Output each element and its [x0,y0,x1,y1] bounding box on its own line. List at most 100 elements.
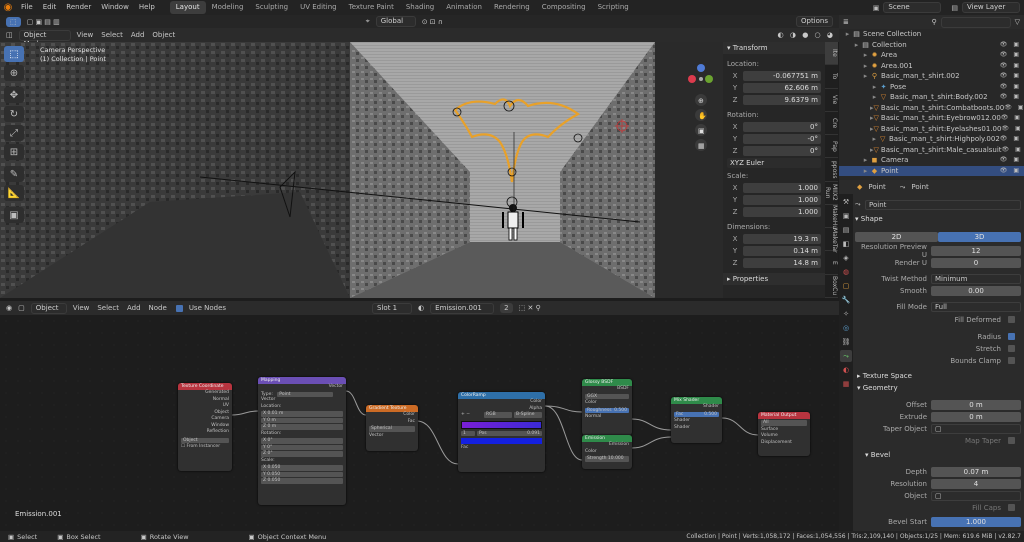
outliner-item[interactable]: ▸ ▽ Basic_man_t_shirt:Highpoly.002 👁 ▣ [839,134,1024,145]
sidebar-tab-3[interactable]: Cre [825,112,838,136]
color-ramp-bar[interactable] [461,420,542,429]
tab-uv-editing[interactable]: UV Editing [294,1,343,14]
measure-tool-icon[interactable]: 📐 [4,185,24,201]
select-mode-button[interactable]: ⬚ [6,16,21,27]
outliner-item[interactable]: ▸ ▽ Basic_man_t_shirt:Eyelashes01.00 👁 ▣ [839,124,1024,135]
expand-arrow-icon[interactable]: ▸ [843,29,852,40]
node-menu-node[interactable]: Node [149,304,167,312]
scale-z-field[interactable]: 1.000 [743,206,821,217]
view-layer-field[interactable]: View Layer [962,2,1020,13]
pos-field[interactable]: 0.091 [527,431,540,437]
glossy-bsdf-node[interactable]: Glossy BSDF BSDF GGX Color Roughness 0.50… [582,379,632,435]
fill-caps-checkbox[interactable] [1008,504,1015,511]
sidebar-tab-10[interactable]: BoxCu [825,275,838,298]
stretch-checkbox[interactable] [1008,345,1015,352]
expand-arrow-icon[interactable]: ▸ [861,50,870,61]
scene-name-field[interactable]: Scene [883,2,942,13]
fac-field[interactable]: 0.500 [704,412,717,418]
sidebar-tab-6[interactable]: MIIX2 Run [824,182,838,205]
properties-header[interactable]: ▸ Properties [723,273,825,285]
navigation-gizmo[interactable]: ⊕ ✋ ▣ ▦ [683,52,719,162]
twist-dropdown[interactable]: Minimum [931,273,1021,284]
outliner-type-icon[interactable]: ≣ [843,18,849,26]
outliner-item[interactable]: ▸ ▽ Basic_man_t_shirt:Male_casualsuit 👁 ▣ [839,145,1024,156]
tool-icon[interactable]: ⚒ [840,196,852,208]
rotation-y-field[interactable]: -0° [743,133,821,144]
viewport-shading-icons[interactable]: ◐ ◑ ● ○ ◕ [778,31,835,39]
outliner-item[interactable]: ▸ ▤ Scene Collection [839,29,1024,40]
sidebar-tab-7[interactable]: MakeHu [825,205,838,229]
expand-arrow-icon[interactable]: ▸ [870,82,879,93]
sidebar-tab-2[interactable]: Vie [825,89,838,112]
menu-window[interactable]: Window [96,0,134,15]
expand-arrow-icon[interactable]: ▸ [861,71,870,82]
node-menu-view[interactable]: View [73,304,90,312]
add-stop-icon[interactable]: + − [461,412,470,419]
outliner-item[interactable]: ▸ ▤ Collection 👁 ▣ [839,40,1024,51]
scale-tool-icon[interactable]: ⤢ [4,125,24,141]
distribution-dropdown[interactable]: GGX [585,393,629,399]
bevel-header[interactable]: ▾ Bevel [865,451,890,459]
visibility-icons[interactable]: 👁 ▣ [1000,92,1024,103]
location-z-field[interactable]: 9.6379 m [743,94,821,105]
tab-rendering[interactable]: Rendering [488,1,536,14]
outliner-item[interactable]: ▸ ▽ Basic_man_t_shirt:Combatboots.00 👁 ▣ [839,103,1024,114]
smooth-field[interactable]: 0.00 [931,285,1021,296]
visibility-icons[interactable]: 👁 ▣ [1000,61,1024,72]
mapping-node[interactable]: Mapping Vector Type: Point Vector Locati… [258,377,346,505]
bounds-clamp-checkbox[interactable] [1008,357,1015,364]
tab-texture-paint[interactable]: Texture Paint [343,1,400,14]
sidebar-tab-1[interactable]: To [825,65,838,89]
stop-index[interactable]: 1 [461,430,475,436]
3d-toggle[interactable]: 3D [938,231,1021,242]
use-nodes-checkbox[interactable] [175,304,183,312]
visibility-icons[interactable]: 👁 ▣ [1000,40,1024,51]
rotation-z-field[interactable]: 0° [743,145,821,156]
res-preview-field[interactable]: 12 [931,245,1021,256]
editor-type-icon[interactable]: ◫ [6,31,13,39]
type-dropdown[interactable]: Point [277,391,334,397]
mapping-scl-field[interactable]: Z 0.050 [261,478,343,484]
modifier-icon[interactable]: 🔧 [840,294,852,306]
offset-field[interactable]: 0 m [931,399,1021,410]
tab-modeling[interactable]: Modeling [206,1,250,14]
mapping-scl-field[interactable]: X 0.050 [261,465,343,471]
roughness-field[interactable]: 0.500 [614,408,627,414]
node-menu-add[interactable]: Add [127,304,141,312]
rotation-mode-dropdown[interactable]: XYZ Euler [727,157,821,168]
location-y-field[interactable]: 62.606 m [743,82,821,93]
mapping-rot-field[interactable]: Z 0° [261,451,343,457]
visibility-icons[interactable]: 👁 ▣ [1000,166,1024,177]
scene-icon[interactable]: ◈ [840,252,852,264]
visibility-icons[interactable]: 👁 ▣ [1000,155,1024,166]
radius-checkbox[interactable] [1008,333,1015,340]
node-editor-type-icon[interactable]: ◉ [6,304,12,312]
interpolation-dropdown[interactable]: B-Spline [514,412,543,418]
material-name-field[interactable]: Emission.001 [430,302,495,314]
taper-object-field[interactable]: ▢ [931,423,1021,434]
cursor-tool-icon[interactable]: ⊕ [4,65,24,81]
mode-dropdown[interactable]: Object Mode [18,29,71,48]
map-taper-checkbox[interactable] [1008,437,1015,444]
sidebar-tab-5[interactable]: pposs [825,158,838,182]
tab-scripting[interactable]: Scripting [592,1,635,14]
outliner-item[interactable]: ▸ ◼ Camera 👁 ▣ [839,155,1024,166]
tab-compositing[interactable]: Compositing [536,1,592,14]
transform-header[interactable]: ▾ Transform [723,42,825,54]
slot-dropdown[interactable]: Slot 1 [372,302,413,314]
filter-icon[interactable]: ⚲ [931,18,936,26]
colorramp-node[interactable]: ColorRamp Color Alpha + − RGB B-Spline 1 Po… [458,392,545,472]
world-icon[interactable]: ◍ [840,266,852,278]
visibility-icons[interactable]: 👁 ▣ [1001,113,1024,124]
move-tool-icon[interactable]: ✥ [4,87,24,103]
shader-node-editor[interactable]: Texture Coordinate Generated Normal UV Obje… [0,315,839,531]
expand-arrow-icon[interactable]: ▸ [870,134,878,145]
select-box-tool-icon[interactable]: ⬚ [4,46,24,62]
rotation-x-field[interactable]: 0° [743,121,821,132]
menu-help[interactable]: Help [134,0,160,15]
tab-shading[interactable]: Shading [400,1,440,14]
outliner-item[interactable]: ▸ ▽ Basic_man_t_shirt:Body.002 👁 ▣ [839,92,1024,103]
fill-mode-dropdown[interactable]: Full [931,301,1021,312]
outliner-item[interactable]: ▸ ◆ Point 👁 ▣ [839,165,1024,177]
material-icon[interactable]: ◐ [418,304,424,312]
